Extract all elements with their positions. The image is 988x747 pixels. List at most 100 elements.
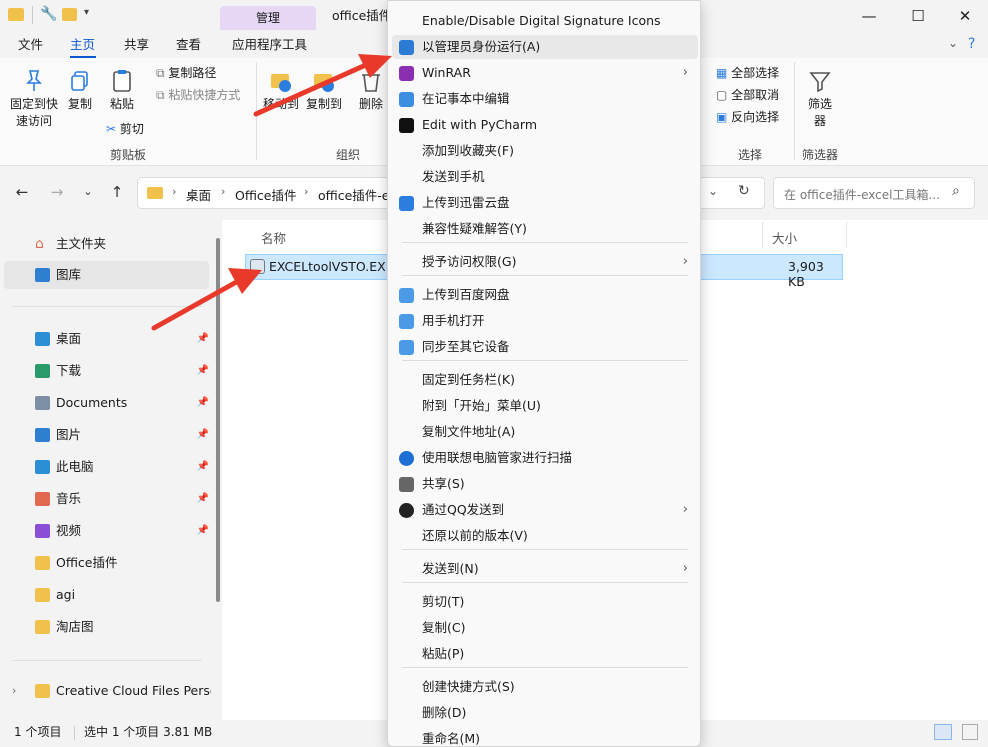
menu-item[interactable]: 粘贴(P) bbox=[392, 642, 698, 666]
menu-item[interactable]: WinRAR › bbox=[392, 61, 698, 85]
expand-chevron-icon[interactable]: › bbox=[12, 677, 16, 705]
nav-item-agi[interactable]: agi bbox=[4, 581, 209, 609]
menu-item[interactable]: 上传到迅雷云盘 bbox=[392, 191, 698, 215]
nav-item-home[interactable]: ⌂ 主文件夹 bbox=[4, 230, 209, 258]
annotation-arrow bbox=[151, 268, 262, 331]
pin-icon[interactable]: 📌 bbox=[197, 517, 209, 545]
pin-icon[interactable]: 📌 bbox=[197, 485, 209, 513]
select-all-icon: ▦ bbox=[716, 66, 732, 80]
address-dropdown-icon[interactable]: ⌄ bbox=[708, 184, 718, 198]
menu-item[interactable]: 删除(D) bbox=[392, 701, 698, 725]
menu-item[interactable]: 在记事本中编辑 bbox=[392, 87, 698, 111]
cut-button[interactable]: ✂ 剪切 bbox=[106, 120, 144, 138]
nav-item-documents[interactable]: Documents 📌 bbox=[4, 389, 209, 417]
search-input[interactable]: 在 office插件-excel工具箱... bbox=[784, 186, 940, 203]
nav-item-pictures[interactable]: 图片 📌 bbox=[4, 421, 209, 449]
pin-quick-access-button[interactable]: 固定到快 速访问 bbox=[6, 68, 62, 130]
menu-item[interactable]: 创建快捷方式(S) bbox=[392, 675, 698, 699]
menu-item[interactable]: 共享(S) bbox=[392, 472, 698, 496]
nav-item-label: 下载 bbox=[56, 363, 82, 378]
tiles-view-icon[interactable] bbox=[962, 724, 978, 740]
select-all-button[interactable]: ▦ 全部选择 bbox=[716, 64, 779, 82]
pin-icon[interactable]: 📌 bbox=[197, 453, 209, 481]
column-header-size[interactable]: 大小 bbox=[772, 228, 797, 247]
menu-item[interactable]: 复制(C) bbox=[392, 616, 698, 640]
forward-button[interactable]: → bbox=[45, 180, 69, 204]
menu-item[interactable]: 授予访问权限(G) › bbox=[392, 250, 698, 274]
menu-item[interactable]: 还原以前的版本(V) bbox=[392, 524, 698, 548]
invert-selection-button[interactable]: ▣ 反向选择 bbox=[716, 108, 779, 126]
nav-item-this-pc[interactable]: 此电脑 📌 bbox=[4, 453, 209, 481]
properties-icon[interactable]: 🔧 bbox=[40, 6, 57, 22]
maximize-button[interactable]: ☐ bbox=[895, 0, 941, 32]
selection-info: 选中 1 个项目 3.81 MB bbox=[84, 725, 213, 739]
menu-item[interactable]: 附到「开始」菜单(U) bbox=[392, 394, 698, 418]
breadcrumb-desktop[interactable]: 桌面 bbox=[186, 185, 211, 204]
back-button[interactable]: ← bbox=[10, 180, 34, 204]
help-icon[interactable]: ? bbox=[968, 36, 975, 52]
thunder-icon bbox=[399, 196, 414, 211]
breadcrumb-current[interactable]: office插件-e bbox=[318, 185, 390, 204]
context-tab-manage[interactable]: 管理 bbox=[220, 6, 316, 30]
nav-item-label: agi bbox=[56, 587, 76, 602]
copy-button[interactable]: 复制 bbox=[64, 68, 96, 113]
recent-locations-button[interactable]: ⌄ bbox=[76, 180, 100, 204]
cut-label: 剪切 bbox=[119, 122, 144, 136]
new-folder-icon[interactable] bbox=[62, 8, 77, 21]
menu-item[interactable]: 使用联想电脑管家进行扫描 bbox=[392, 446, 698, 470]
documents-icon bbox=[35, 396, 50, 410]
refresh-icon[interactable]: ↻ bbox=[738, 183, 750, 199]
filter-button[interactable]: 筛选 器 bbox=[802, 68, 838, 130]
up-button[interactable]: ↑ bbox=[105, 180, 129, 204]
menu-item[interactable]: 固定到任务栏(K) bbox=[392, 368, 698, 392]
menu-item[interactable]: 同步至其它设备 bbox=[392, 335, 698, 359]
nav-item-creative-cloud[interactable]: › Creative Cloud Files Person bbox=[4, 677, 211, 705]
column-header-name[interactable]: 名称 bbox=[261, 228, 286, 247]
menu-item-label: 发送到(N) bbox=[422, 561, 479, 576]
paste-button[interactable]: 粘贴 bbox=[104, 68, 140, 113]
menu-item[interactable]: 以管理员身份运行(A) bbox=[392, 35, 698, 59]
minimize-button[interactable]: — bbox=[846, 0, 892, 32]
select-none-button[interactable]: ▢ 全部取消 bbox=[716, 86, 779, 104]
nav-item-taodian[interactable]: 淘店图 bbox=[4, 613, 209, 641]
quick-access-dropdown-icon[interactable]: ▾ bbox=[84, 7, 89, 18]
nav-item-music[interactable]: 音乐 📌 bbox=[4, 485, 209, 513]
menu-item-label: 重命名(M) bbox=[422, 731, 481, 746]
tab-share[interactable]: 共享 bbox=[124, 36, 149, 54]
menu-item-label: WinRAR bbox=[422, 65, 471, 80]
pin-icon[interactable]: 📌 bbox=[197, 389, 209, 417]
menu-item[interactable]: 用手机打开 bbox=[392, 309, 698, 333]
menu-item[interactable]: Enable/Disable Digital Signature Icons bbox=[392, 9, 698, 33]
pin-icon[interactable]: 📌 bbox=[197, 421, 209, 449]
pin-icon[interactable]: 📌 bbox=[197, 357, 209, 385]
menu-item-label: 兼容性疑难解答(Y) bbox=[422, 221, 527, 236]
menu-item[interactable]: 通过QQ发送到 › bbox=[392, 498, 698, 522]
search-icon[interactable]: ⌕ bbox=[952, 183, 960, 199]
menu-item[interactable]: 剪切(T) bbox=[392, 590, 698, 614]
menu-item[interactable]: 复制文件地址(A) bbox=[392, 420, 698, 444]
menu-item[interactable]: Edit with PyCharm bbox=[392, 113, 698, 137]
copy-path-button[interactable]: ⧉ 复制路径 bbox=[156, 64, 216, 82]
close-button[interactable]: ✕ bbox=[942, 0, 988, 32]
collapse-ribbon-icon[interactable]: ⌄ bbox=[948, 36, 958, 50]
tab-view[interactable]: 查看 bbox=[176, 36, 201, 54]
paste-shortcut-button[interactable]: ⧉ 粘贴快捷方式 bbox=[156, 86, 240, 104]
details-view-icon[interactable] bbox=[934, 724, 952, 740]
tab-home[interactable]: 主页 bbox=[70, 36, 95, 54]
menu-item-label: 复制(C) bbox=[422, 620, 466, 635]
menu-item[interactable]: 兼容性疑难解答(Y) bbox=[392, 217, 698, 241]
nav-item-videos[interactable]: 视频 📌 bbox=[4, 517, 209, 545]
divider bbox=[762, 222, 763, 248]
menu-item[interactable]: 上传到百度网盘 bbox=[392, 283, 698, 307]
chevron-right-icon: › bbox=[221, 185, 226, 198]
nav-item-downloads[interactable]: 下载 📌 bbox=[4, 357, 209, 385]
breadcrumb-office-plugins[interactable]: Office插件 bbox=[235, 185, 297, 204]
menu-item[interactable]: 重命名(M) bbox=[392, 727, 698, 747]
search-box[interactable]: 在 office插件-excel工具箱... ⌕ bbox=[773, 177, 975, 209]
menu-item[interactable]: 添加到收藏夹(F) bbox=[392, 139, 698, 163]
gallery-icon bbox=[35, 268, 50, 282]
tab-file[interactable]: 文件 bbox=[18, 36, 43, 54]
menu-item[interactable]: 发送到手机 bbox=[392, 165, 698, 189]
nav-item-office-plugins[interactable]: Office插件 bbox=[4, 549, 209, 577]
menu-item[interactable]: 发送到(N) › bbox=[392, 557, 698, 581]
